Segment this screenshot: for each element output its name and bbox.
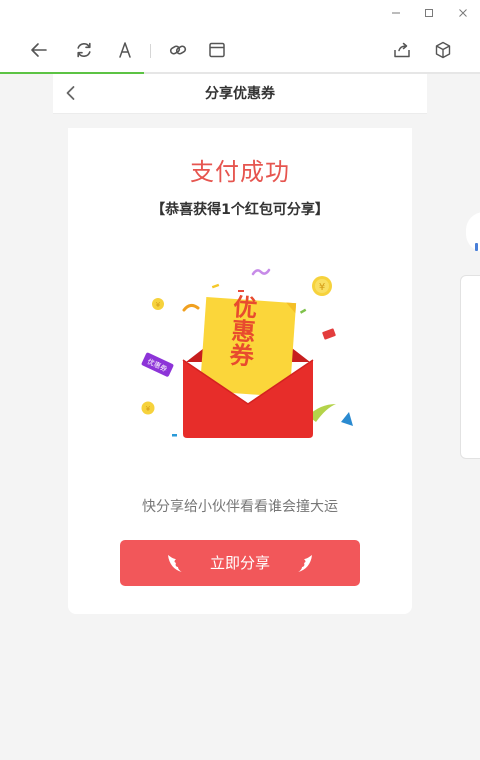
back-arrow-icon[interactable] — [27, 38, 51, 62]
side-float-marker — [475, 243, 478, 251]
svg-text:¥: ¥ — [146, 405, 151, 413]
font-size-icon[interactable] — [113, 38, 137, 62]
svg-text:¥: ¥ — [319, 282, 325, 293]
confetti-strip — [172, 434, 177, 437]
cube-icon[interactable] — [431, 38, 455, 62]
link-icon[interactable] — [166, 38, 190, 62]
coupon-tag: 优惠券 — [141, 352, 174, 377]
share-export-icon[interactable] — [390, 38, 414, 62]
coin-icon: ¥ — [141, 401, 155, 415]
coin-icon: ¥ — [312, 276, 332, 296]
share-now-label: 立即分享 — [209, 554, 270, 572]
share-prompt: 快分享给小伙伴看看谁会撞大运 — [142, 499, 338, 515]
coupon-card: 支付成功 【恭喜获得1个红包可分享】 ¥ ¥ ¥ 优惠券 优惠券 快分享给小伙伴… — [68, 124, 412, 614]
share-now-button[interactable]: 立即分享 — [120, 540, 360, 586]
confetti-squiggle — [251, 268, 271, 276]
browser-toolbar — [0, 26, 480, 72]
minimize-icon[interactable] — [386, 3, 406, 23]
maximize-icon[interactable] — [419, 3, 439, 23]
confetti-shard — [341, 412, 353, 426]
window-titlebar — [0, 0, 480, 26]
page-title: 分享优惠券 — [205, 86, 275, 102]
red-envelope-illustration: ¥ ¥ ¥ 优惠券 优惠券 — [141, 268, 353, 438]
svg-text:优惠券: 优惠券 — [225, 293, 258, 368]
window-icon[interactable] — [205, 38, 229, 62]
toolbar-divider — [150, 44, 151, 58]
wing-right-icon — [298, 555, 312, 572]
page-header: 分享优惠券 — [53, 74, 427, 114]
confetti-strip — [238, 290, 244, 292]
confetti-strip — [211, 283, 220, 289]
payment-success-title: 支付成功 — [190, 158, 290, 186]
mini-ticket — [322, 328, 336, 340]
red-packet-subtitle: 【恭喜获得1个红包可分享】 — [151, 202, 329, 218]
ticket-scallop-edge — [70, 124, 412, 128]
coin-icon: ¥ — [152, 298, 164, 310]
close-icon[interactable] — [453, 3, 473, 23]
confetti-strip — [299, 308, 307, 314]
side-panel — [460, 275, 480, 459]
refresh-icon[interactable] — [72, 38, 96, 62]
confetti-curl — [182, 303, 200, 312]
svg-text:¥: ¥ — [156, 301, 161, 309]
